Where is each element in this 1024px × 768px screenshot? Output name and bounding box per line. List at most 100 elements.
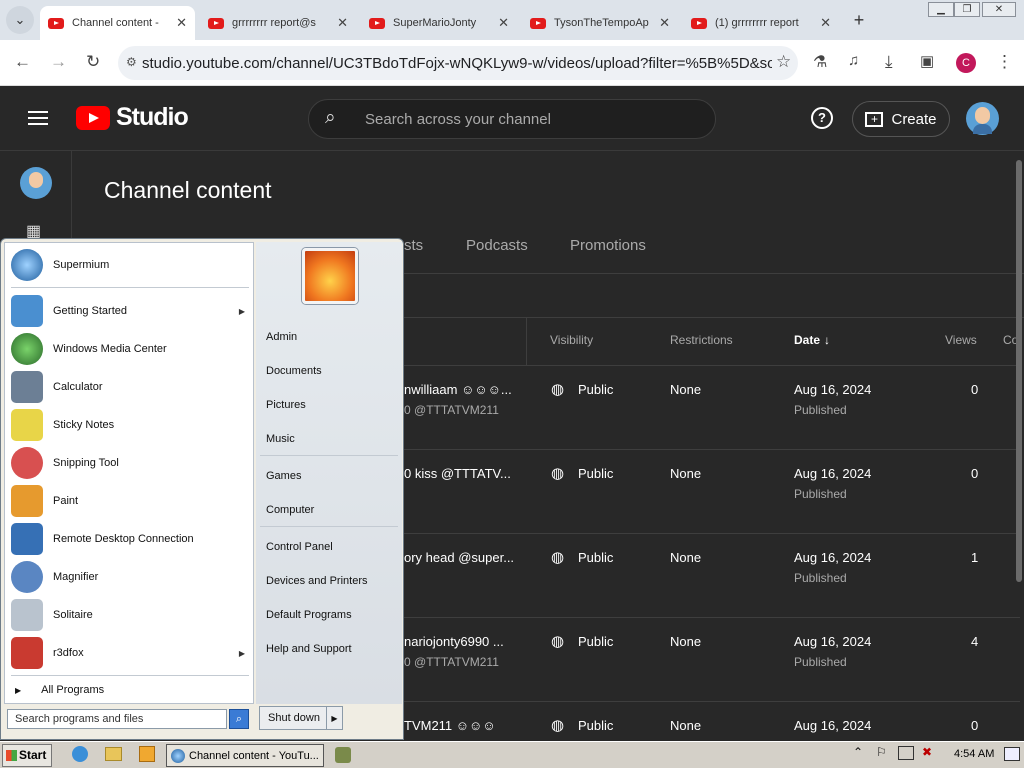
internet-explorer-icon[interactable] bbox=[72, 746, 88, 762]
video-title[interactable]: nariojonty6990 ... bbox=[404, 634, 504, 649]
visibility-value[interactable]: Public bbox=[578, 634, 613, 649]
start-item-label: Getting Started bbox=[53, 305, 127, 317]
start-item-getting-started[interactable]: Getting Started ▶ bbox=[11, 294, 251, 328]
start-item-r3dfox[interactable]: r3dfox ▶ bbox=[11, 636, 251, 670]
tab-podcasts[interactable]: Podcasts bbox=[466, 237, 528, 254]
user-picture[interactable] bbox=[302, 248, 358, 304]
reload-icon[interactable]: ↻ bbox=[86, 52, 100, 72]
side-panel-icon[interactable]: ▣ bbox=[920, 52, 934, 70]
column-header-views[interactable]: Views bbox=[945, 333, 977, 347]
start-item-supermium[interactable]: Supermium bbox=[11, 248, 251, 282]
tab-supermariojonty[interactable]: SuperMarioJonty ✕ bbox=[361, 6, 517, 40]
action-center-flag-icon[interactable]: ⚐ bbox=[876, 745, 887, 759]
start-item-remote-desktop[interactable]: Remote Desktop Connection bbox=[11, 522, 251, 556]
tab-tysonthetempo[interactable]: TysonTheTempoAp ✕ bbox=[522, 6, 678, 40]
column-header-date[interactable]: Date bbox=[794, 333, 820, 347]
tab-channel-content[interactable]: Channel content - ✕ bbox=[40, 6, 195, 40]
search-placeholder: Search across your channel bbox=[365, 111, 551, 128]
row-divider bbox=[403, 533, 1020, 534]
close-tab-icon[interactable]: ✕ bbox=[498, 15, 509, 31]
download-icon[interactable]: ⤓ bbox=[885, 52, 893, 72]
taskbar-item-browser[interactable]: Channel content - YouTu... bbox=[166, 744, 324, 767]
video-title[interactable]: 0 kiss @TTTATV... bbox=[404, 466, 511, 481]
close-tab-icon[interactable]: ✕ bbox=[337, 15, 348, 31]
new-tab-button[interactable]: + bbox=[845, 6, 873, 34]
tab-posts[interactable]: sts bbox=[404, 237, 423, 254]
restore-button[interactable]: ❐ bbox=[954, 2, 980, 17]
visibility-value[interactable]: Public bbox=[578, 382, 613, 397]
app-icon[interactable] bbox=[335, 747, 351, 763]
labs-flask-icon[interactable]: ⚗ bbox=[813, 52, 827, 72]
start-link-music[interactable]: Music bbox=[266, 433, 295, 445]
file-explorer-icon[interactable] bbox=[105, 747, 122, 761]
start-link-pictures[interactable]: Pictures bbox=[266, 399, 306, 411]
media-player-icon[interactable] bbox=[139, 746, 155, 762]
start-link-control-panel[interactable]: Control Panel bbox=[266, 541, 333, 553]
menu-kebab-icon[interactable]: ⋮ bbox=[996, 52, 1013, 72]
start-item-magnifier[interactable]: Magnifier bbox=[11, 560, 251, 594]
close-tab-icon[interactable]: ✕ bbox=[820, 15, 831, 31]
visibility-value[interactable]: Public bbox=[578, 718, 613, 733]
shutdown-button[interactable]: Shut down ▶ bbox=[259, 706, 343, 730]
show-desktop-icon[interactable] bbox=[1004, 747, 1020, 761]
start-item-snipping-tool[interactable]: Snipping Tool bbox=[11, 446, 251, 480]
start-search-icon[interactable]: ⌕ bbox=[229, 709, 249, 729]
shutdown-options-arrow-icon[interactable]: ▶ bbox=[326, 707, 342, 729]
start-link-devices-printers[interactable]: Devices and Printers bbox=[266, 575, 368, 587]
profile-avatar[interactable]: C bbox=[956, 53, 976, 73]
start-item-sticky-notes[interactable]: Sticky Notes bbox=[11, 408, 251, 442]
close-tab-icon[interactable]: ✕ bbox=[176, 15, 187, 31]
start-item-paint[interactable]: Paint bbox=[11, 484, 251, 518]
youtube-logo-icon[interactable] bbox=[76, 106, 110, 130]
start-link-help-support[interactable]: Help and Support bbox=[266, 643, 352, 655]
start-button[interactable]: Start bbox=[2, 744, 52, 767]
address-bar[interactable]: ⚙ studio.youtube.com/channel/UC3TBdoTdFo… bbox=[118, 46, 798, 80]
help-icon[interactable]: ? bbox=[811, 107, 833, 129]
back-arrow-icon[interactable]: ← bbox=[14, 52, 31, 72]
create-button[interactable]: + Create bbox=[852, 101, 950, 137]
volume-muted-icon[interactable]: ✖ bbox=[922, 745, 932, 759]
close-window-button[interactable]: ✕ bbox=[982, 2, 1016, 17]
close-tab-icon[interactable]: ✕ bbox=[659, 15, 670, 31]
forward-arrow-icon[interactable]: → bbox=[50, 52, 67, 72]
tab-report-1[interactable]: grrrrrrrr report@s ✕ bbox=[200, 6, 356, 40]
channel-avatar[interactable] bbox=[20, 167, 52, 199]
row-divider bbox=[403, 449, 1020, 450]
channel-search-input[interactable]: ⌕ Search across your channel bbox=[308, 99, 716, 139]
column-header-visibility[interactable]: Visibility bbox=[550, 333, 593, 347]
start-search-input[interactable]: Search programs and files bbox=[7, 709, 227, 729]
network-icon[interactable] bbox=[898, 746, 914, 760]
tabs-divider bbox=[403, 273, 1024, 274]
column-header-restrictions[interactable]: Restrictions bbox=[670, 333, 733, 347]
show-hidden-icons-icon[interactable]: ⌃ bbox=[853, 745, 863, 759]
start-link-default-programs[interactable]: Default Programs bbox=[266, 609, 352, 621]
start-link-games[interactable]: Games bbox=[266, 470, 301, 482]
site-info-icon[interactable]: ⚙ bbox=[126, 55, 137, 69]
media-controls-icon[interactable]: ♫ bbox=[848, 52, 859, 69]
sort-down-arrow-icon[interactable]: ↓ bbox=[824, 333, 830, 347]
studio-logo-text: Studio bbox=[116, 103, 189, 131]
tab-report-2[interactable]: (1) grrrrrrrr report ✕ bbox=[683, 6, 839, 40]
start-item-solitaire[interactable]: Solitaire bbox=[11, 598, 251, 632]
video-title[interactable]: nwilliaam ☺☺☺... bbox=[404, 382, 512, 397]
bookmark-star-icon[interactable]: ☆ bbox=[776, 52, 791, 72]
start-link-computer[interactable]: Computer bbox=[266, 504, 314, 516]
video-title[interactable]: TVM211 ☺☺☺ bbox=[404, 718, 496, 733]
visibility-value[interactable]: Public bbox=[578, 466, 613, 481]
clock[interactable]: 4:54 AM bbox=[954, 748, 994, 760]
start-link-documents[interactable]: Documents bbox=[266, 365, 322, 377]
minimize-button[interactable]: ▁ bbox=[928, 2, 954, 17]
hamburger-menu-icon[interactable] bbox=[28, 111, 48, 125]
tab-promotions[interactable]: Promotions bbox=[570, 237, 646, 254]
account-avatar[interactable] bbox=[966, 102, 999, 135]
submenu-arrow-icon: ▶ bbox=[15, 685, 22, 695]
start-item-calculator[interactable]: Calculator bbox=[11, 370, 251, 404]
main-scrollbar[interactable] bbox=[1016, 160, 1022, 582]
all-programs-button[interactable]: ▶ All Programs bbox=[11, 679, 251, 701]
video-title[interactable]: ory head @super... bbox=[404, 550, 514, 565]
start-link-admin[interactable]: Admin bbox=[266, 331, 297, 343]
visibility-value[interactable]: Public bbox=[578, 550, 613, 565]
taskbar-item-label: Channel content - YouTu... bbox=[189, 750, 319, 762]
start-item-media-center[interactable]: Windows Media Center bbox=[11, 332, 251, 366]
tab-search-button[interactable]: ⌄ bbox=[6, 6, 34, 34]
